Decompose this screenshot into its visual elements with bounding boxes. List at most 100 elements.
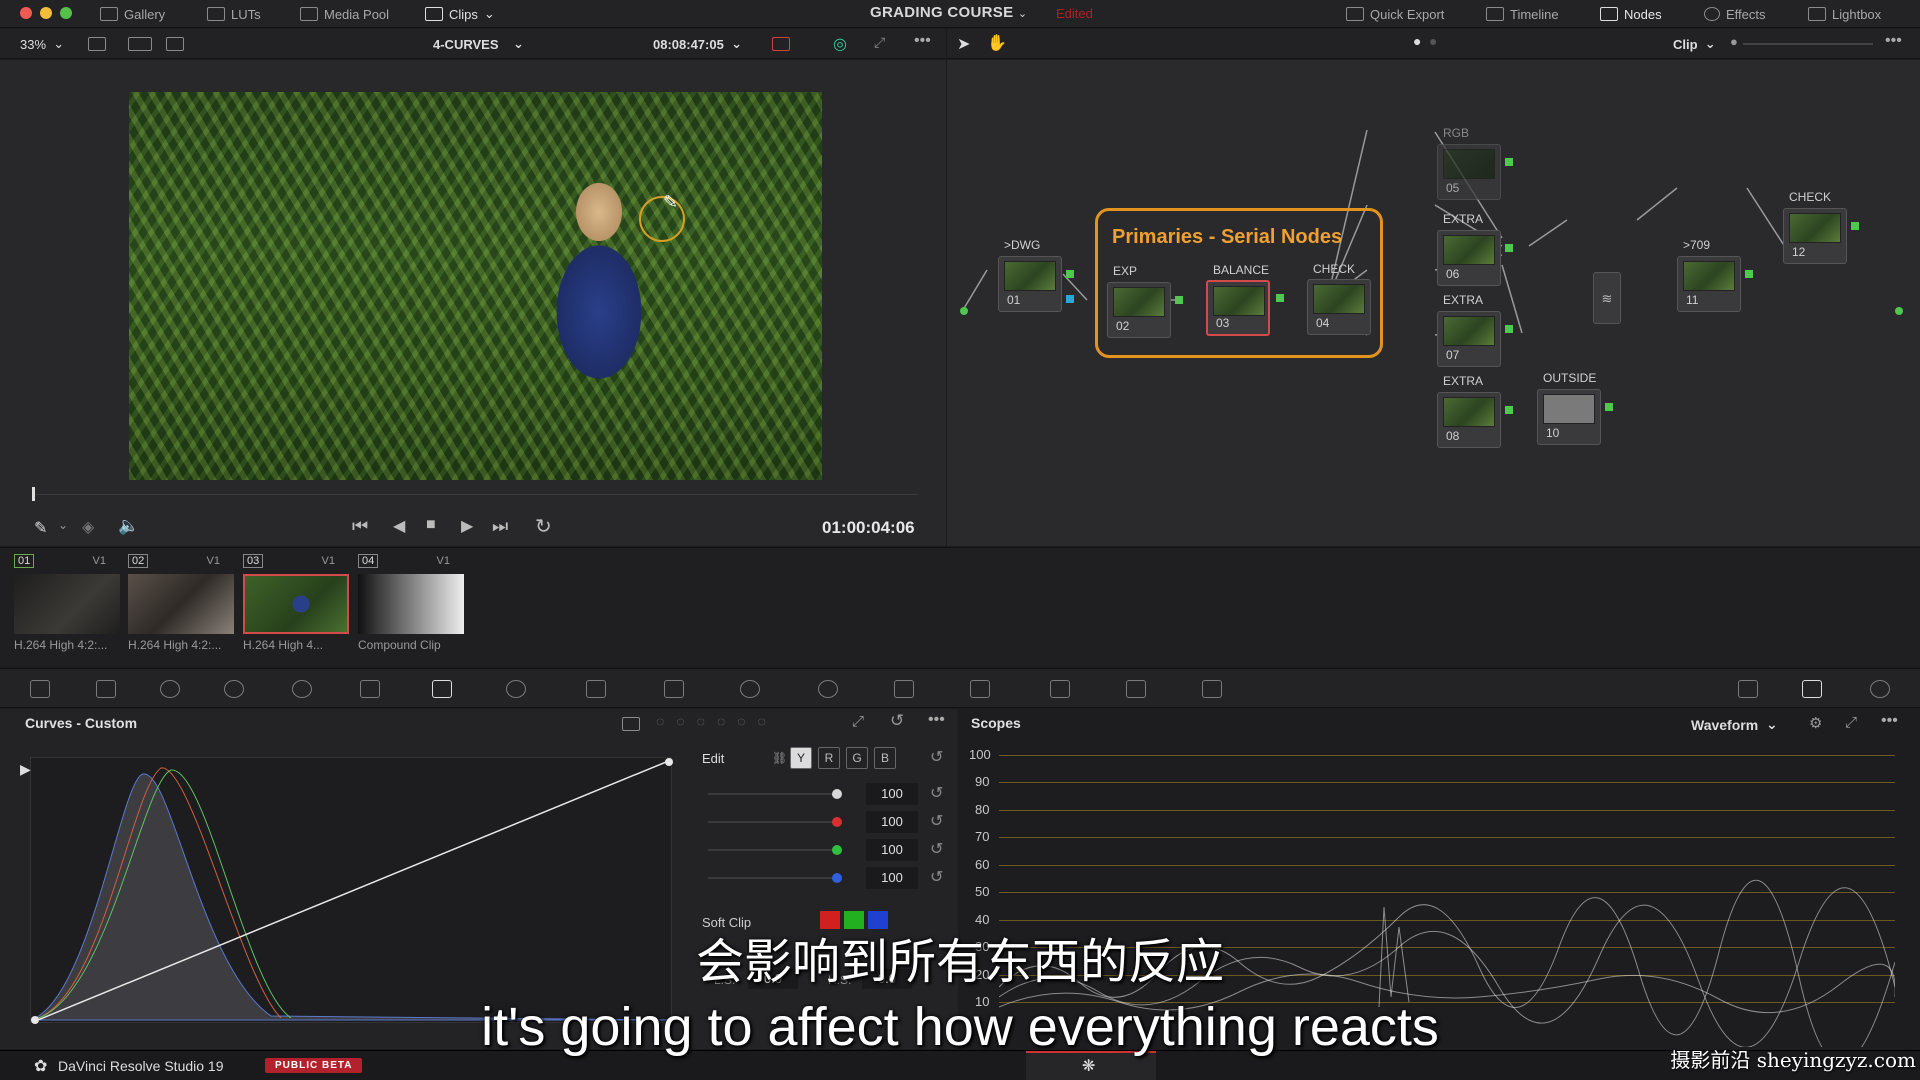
node-07[interactable]: 07 bbox=[1437, 311, 1501, 367]
node-01[interactable]: 01 bbox=[998, 256, 1062, 312]
reset-icon[interactable]: ↺ bbox=[930, 783, 943, 803]
go-to-start-icon[interactable]: ⏮ bbox=[352, 516, 368, 537]
node-output-pin[interactable] bbox=[1505, 325, 1513, 333]
qualifier-icon[interactable] bbox=[586, 680, 606, 698]
node-output-pin[interactable] bbox=[1745, 270, 1753, 278]
intensity-b-slider[interactable]: 100 ↺ bbox=[708, 867, 948, 889]
scrub-bar[interactable] bbox=[32, 494, 918, 495]
expand-icon[interactable]: ⤢ bbox=[852, 713, 864, 730]
3d-icon[interactable] bbox=[1202, 680, 1222, 698]
link-icon[interactable]: ⛓ bbox=[772, 751, 787, 765]
curve-type-icons[interactable]: ◌◌◌◌◌◌ bbox=[656, 713, 778, 729]
reset-icon[interactable]: ↺ bbox=[890, 711, 904, 731]
zoom-slider[interactable] bbox=[1743, 43, 1873, 45]
node-06[interactable]: 06 bbox=[1437, 230, 1501, 286]
compare-view-icon[interactable] bbox=[166, 37, 184, 51]
node-output-pin[interactable] bbox=[1505, 158, 1513, 166]
window-icon[interactable] bbox=[664, 680, 684, 698]
channel-g-button[interactable]: G bbox=[846, 747, 868, 769]
slider-knob[interactable] bbox=[832, 789, 842, 799]
playhead[interactable] bbox=[32, 487, 35, 501]
source-input[interactable] bbox=[960, 307, 968, 315]
single-view-icon[interactable] bbox=[88, 37, 106, 51]
intensity-g-slider[interactable]: 100 ↺ bbox=[708, 839, 948, 861]
node-key-pin[interactable] bbox=[1066, 295, 1074, 303]
volume-icon[interactable]: 🔈 bbox=[118, 516, 139, 536]
node-output-pin[interactable] bbox=[1066, 270, 1074, 278]
reset-icon[interactable]: ↺ bbox=[930, 747, 943, 767]
tab-quick-export[interactable]: Quick Export bbox=[1346, 0, 1444, 28]
scope-settings-icon[interactable]: ⚙ bbox=[1809, 714, 1822, 732]
tab-gallery[interactable]: Gallery bbox=[100, 0, 165, 28]
tab-luts[interactable]: LUTs bbox=[207, 0, 261, 28]
stop-icon[interactable]: ■ bbox=[426, 516, 436, 534]
node-output-pin[interactable] bbox=[1505, 244, 1513, 252]
reset-icon[interactable]: ↺ bbox=[930, 839, 943, 859]
tab-media-pool[interactable]: Media Pool bbox=[300, 0, 389, 28]
reset-icon[interactable]: ↺ bbox=[930, 867, 943, 887]
key-icon[interactable] bbox=[970, 680, 990, 698]
node-05[interactable]: 05 bbox=[1437, 144, 1501, 200]
more-icon[interactable]: ••• bbox=[1881, 712, 1898, 730]
play-icon[interactable]: ▶ bbox=[461, 516, 473, 536]
layers-icon[interactable]: ◈ bbox=[82, 517, 94, 537]
rgb-mixer-icon[interactable] bbox=[292, 680, 312, 698]
node-editor[interactable]: Primaries - Serial Nodes >DWG 01 EXP 02 … bbox=[947, 60, 1920, 546]
info-icon[interactable] bbox=[1870, 680, 1890, 698]
zoom-slider-knob[interactable]: ● bbox=[1730, 34, 1738, 49]
keyframes-icon[interactable] bbox=[1738, 680, 1758, 698]
slider-knob[interactable] bbox=[832, 845, 842, 855]
maximize-window-button[interactable] bbox=[60, 7, 72, 19]
expand-icon[interactable]: ⤢ bbox=[1845, 714, 1857, 731]
tab-timeline[interactable]: Timeline bbox=[1486, 0, 1559, 28]
curves-icon[interactable] bbox=[432, 680, 452, 698]
tab-nodes[interactable]: Nodes bbox=[1600, 0, 1662, 28]
scope-mode-dropdown[interactable]: Waveform ⌄ bbox=[1691, 716, 1778, 733]
source-timecode[interactable]: 08:08:47:05 ⌄ bbox=[653, 36, 742, 52]
tab-clips[interactable]: Clips ⌄ bbox=[425, 0, 495, 28]
node-output-pin[interactable] bbox=[1276, 294, 1284, 302]
color-wheels-icon[interactable] bbox=[160, 680, 180, 698]
close-window-button[interactable] bbox=[20, 7, 32, 19]
node-11[interactable]: 11 bbox=[1677, 256, 1741, 312]
channel-b-button[interactable]: B bbox=[874, 747, 896, 769]
project-title[interactable]: GRADING COURSE ⌄ bbox=[870, 4, 1027, 21]
timeline-output[interactable] bbox=[1895, 307, 1903, 315]
clip-thumbnail[interactable]: 01 V1 H.264 High 4:2:... bbox=[0, 548, 120, 658]
tab-effects[interactable]: Effects bbox=[1704, 0, 1766, 28]
node-03[interactable]: 03 bbox=[1206, 280, 1270, 336]
clip-thumbnail-selected[interactable]: 03 V1 H.264 High 4... bbox=[229, 548, 349, 658]
node-10[interactable]: 10 bbox=[1537, 389, 1601, 445]
intensity-y-slider[interactable]: 100 ↺ bbox=[708, 783, 948, 805]
node-04[interactable]: 04 bbox=[1307, 279, 1371, 335]
color-match-icon[interactable] bbox=[96, 680, 116, 698]
overlay-icon[interactable] bbox=[772, 37, 790, 51]
node-page-dot[interactable]: ● bbox=[1429, 33, 1437, 49]
node-output-pin[interactable] bbox=[1505, 406, 1513, 414]
camera-raw-icon[interactable] bbox=[30, 680, 50, 698]
magic-mask-icon[interactable] bbox=[818, 680, 838, 698]
intensity-r-slider[interactable]: 100 ↺ bbox=[708, 811, 948, 833]
pointer-icon[interactable]: ➤ bbox=[957, 34, 970, 54]
slider-knob[interactable] bbox=[832, 873, 842, 883]
motion-effects-icon[interactable] bbox=[360, 680, 380, 698]
motion-icon[interactable] bbox=[1126, 680, 1146, 698]
node-08[interactable]: 08 bbox=[1437, 392, 1501, 448]
step-back-icon[interactable]: ◀ bbox=[393, 516, 405, 536]
hand-icon[interactable]: ✋ bbox=[987, 33, 1007, 53]
node-page-dot[interactable]: ● bbox=[1413, 33, 1421, 49]
hdr-wheels-icon[interactable] bbox=[224, 680, 244, 698]
node-12[interactable]: 12 bbox=[1783, 208, 1847, 264]
color-warper-icon[interactable] bbox=[506, 680, 526, 698]
clip-thumbnail[interactable]: 02 V1 H.264 High 4:2:... bbox=[114, 548, 234, 658]
more-icon[interactable]: ••• bbox=[928, 711, 945, 729]
layer-mixer-node[interactable]: ≋ bbox=[1593, 272, 1621, 324]
reset-icon[interactable]: ↺ bbox=[930, 811, 943, 831]
tab-lightbox[interactable]: Lightbox bbox=[1808, 0, 1881, 28]
channel-r-button[interactable]: R bbox=[818, 747, 840, 769]
minimize-window-button[interactable] bbox=[40, 7, 52, 19]
tracker-icon[interactable] bbox=[740, 680, 760, 698]
scopes-icon[interactable] bbox=[1802, 680, 1822, 698]
zoom-dropdown[interactable]: 33% ⌄ bbox=[20, 36, 64, 52]
viewer-image[interactable]: ✎ bbox=[129, 92, 822, 480]
